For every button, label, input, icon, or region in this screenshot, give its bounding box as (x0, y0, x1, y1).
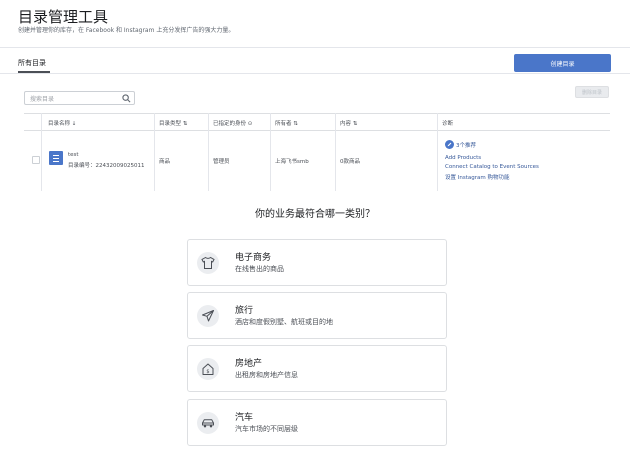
column-divider (41, 113, 42, 191)
pencil-icon (445, 140, 454, 149)
car-icon-wrap (197, 412, 219, 434)
catalog-name-link[interactable]: test (68, 152, 79, 158)
category-description: 汽车市场的不同层级 (235, 425, 298, 433)
svg-text:$: $ (206, 369, 209, 375)
row-checkbox[interactable] (32, 156, 40, 164)
column-header-content[interactable]: 内容 ⇅ (340, 119, 357, 127)
tab-all-catalogs[interactable]: 所有目录 (18, 58, 46, 68)
column-header-name[interactable]: 目录名称 ↓ (48, 119, 76, 127)
table-header-top-border (24, 113, 610, 114)
category-card-real-estate[interactable]: $ 房地产 出租房和房地产信息 (187, 345, 447, 392)
connect-event-sources-link[interactable]: Connect Catalog to Event Sources (445, 164, 539, 170)
column-divider (208, 113, 209, 191)
catalog-role: 管理员 (213, 159, 230, 165)
column-header-diagnostics: 诊断 (442, 121, 454, 127)
car-icon (202, 419, 214, 428)
category-title: 汽车 (235, 413, 254, 423)
catalog-id: 目录编号：22432009025011 (68, 163, 145, 169)
column-header-role[interactable]: 已指定的身份 ⊙ (213, 119, 252, 127)
table-header-bottom-border (24, 130, 610, 131)
delete-catalog-button[interactable]: 删除目录 (575, 86, 609, 98)
tshirt-icon (201, 256, 215, 269)
catalog-table: 目录名称 ↓ 目录类型 ⇅ 已指定的身份 ⊙ 所有者 ⇅ 内容 ⇅ 诊断 tes… (24, 113, 610, 191)
category-description: 在线售出的商品 (235, 265, 284, 273)
catalog-content: 0款商品 (340, 159, 360, 165)
airplane-icon (202, 310, 214, 322)
search-placeholder: 搜索目录 (30, 96, 55, 103)
catalog-type: 商品 (159, 159, 171, 165)
add-products-link[interactable]: Add Products (445, 155, 481, 161)
airplane-icon-wrap (197, 305, 219, 327)
category-title: 房地产 (235, 359, 263, 369)
column-divider (437, 113, 438, 191)
category-card-auto[interactable]: 汽车 汽车市场的不同层级 (187, 399, 447, 446)
column-divider (335, 113, 336, 191)
category-description: 出租房和房地产信息 (235, 371, 298, 379)
search-icon[interactable] (122, 94, 131, 103)
tshirt-icon-wrap (197, 252, 219, 274)
column-divider (270, 113, 271, 191)
page-subtitle: 创建并管理你的库存，在 Facebook 和 Instagram 上充分发挥广告… (18, 27, 235, 34)
category-title: 电子商务 (235, 253, 272, 263)
catalog-icon (49, 151, 63, 165)
page-title: 目录管理工具 (18, 8, 109, 26)
instagram-shopping-link[interactable]: 设置 Instagram 购物功能 (445, 173, 509, 181)
column-divider (154, 113, 155, 191)
tab-divider (0, 73, 630, 74)
category-description: 酒店和度假别墅、航班或目的地 (235, 318, 333, 326)
search-box[interactable]: 搜索目录 (24, 91, 135, 105)
category-title: 旅行 (235, 306, 254, 316)
catalog-owner: 上海飞书smb (275, 159, 309, 165)
house-icon-wrap: $ (197, 358, 219, 380)
category-card-travel[interactable]: 旅行 酒店和度假别墅、航班或目的地 (187, 292, 447, 339)
column-header-owner[interactable]: 所有者 ⇅ (275, 119, 298, 127)
create-catalog-button[interactable]: 创建目录 (514, 54, 611, 72)
category-card-ecommerce[interactable]: 电子商务 在线售出的商品 (187, 239, 447, 286)
header-divider (0, 47, 630, 48)
column-header-type[interactable]: 目录类型 ⇅ (159, 119, 187, 127)
category-question: 你的业务最符合哪一类别？ (255, 209, 375, 220)
diagnostics-recommendations-link[interactable]: 3个推荐 (456, 141, 476, 149)
house-icon: $ (202, 363, 214, 375)
